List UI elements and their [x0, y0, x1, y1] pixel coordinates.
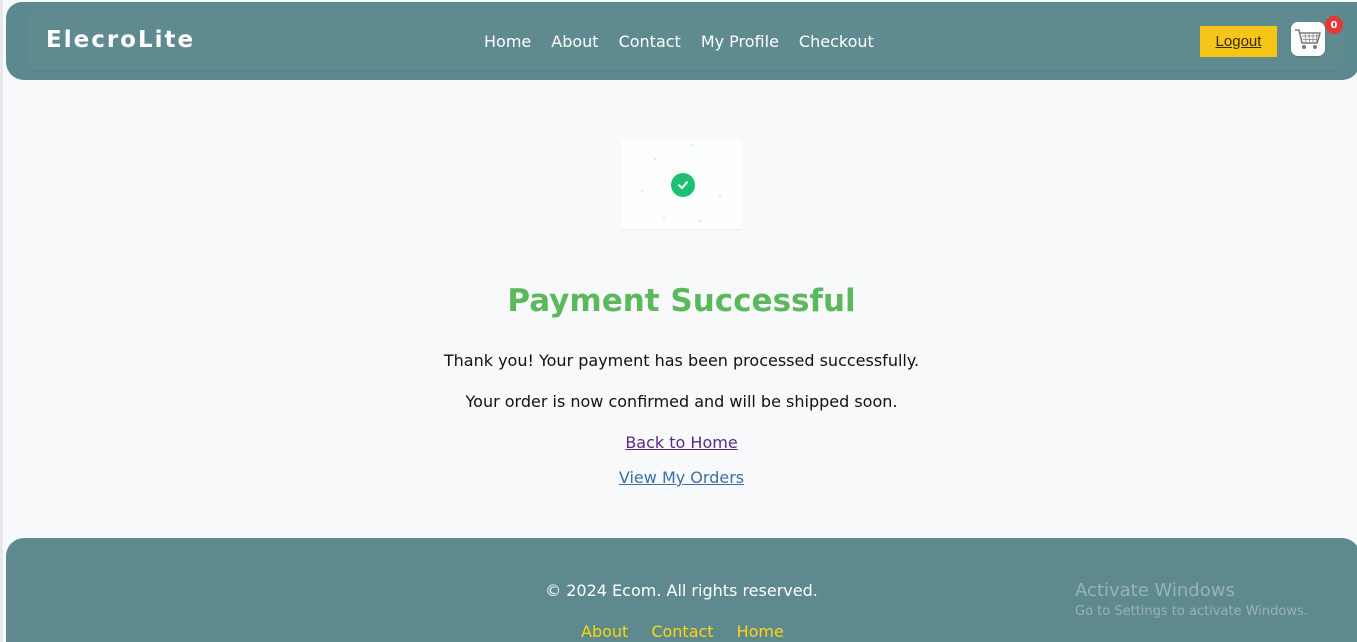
back-to-home-row: Back to Home	[3, 433, 1357, 452]
watermark-subtitle: Go to Settings to activate Windows.	[1075, 604, 1308, 619]
nav-about[interactable]: About	[551, 32, 598, 51]
confetti-dot	[719, 195, 721, 197]
nav-my-profile[interactable]: My Profile	[701, 32, 779, 51]
confetti-dot	[699, 220, 701, 222]
header: ElecroLite Home About Contact My Profile…	[6, 2, 1357, 80]
footer: © 2024 Ecom. All rights reserved. About …	[6, 538, 1357, 642]
check-circle-icon	[671, 173, 695, 197]
shopping-cart-icon	[1295, 29, 1321, 49]
view-my-orders-link[interactable]: View My Orders	[619, 468, 744, 487]
watermark-title: Activate Windows	[1075, 580, 1235, 601]
view-orders-row: View My Orders	[3, 468, 1357, 487]
main-nav: Home About Contact My Profile Checkout	[484, 32, 874, 51]
back-to-home-link[interactable]: Back to Home	[625, 433, 737, 452]
shipping-message: Your order is now confirmed and will be …	[465, 392, 898, 411]
footer-link-about[interactable]: About	[581, 622, 628, 641]
confetti-dot	[663, 217, 665, 219]
confetti-dot	[654, 158, 656, 160]
navbar: ElecroLite Home About Contact My Profile…	[26, 12, 1344, 70]
confirmation-message: Thank you! Your payment has been process…	[443, 351, 920, 370]
footer-links: About Contact Home	[581, 622, 784, 641]
windows-activation-watermark: Activate Windows Go to Settings to activ…	[1075, 580, 1308, 619]
logout-button[interactable]: Logout	[1200, 26, 1277, 57]
brand-logo[interactable]: ElecroLite	[46, 27, 195, 53]
confetti-dot	[641, 190, 643, 192]
success-illustration	[621, 140, 742, 230]
footer-link-contact[interactable]: Contact	[651, 622, 713, 641]
nav-checkout[interactable]: Checkout	[799, 32, 874, 51]
page-title: Payment Successful	[507, 283, 856, 319]
cart-count-badge: 0	[1325, 16, 1343, 34]
nav-home[interactable]: Home	[484, 32, 531, 51]
footer-link-home[interactable]: Home	[737, 622, 784, 641]
nav-contact[interactable]: Contact	[619, 32, 681, 51]
page: ElecroLite Home About Contact My Profile…	[0, 0, 1357, 642]
cart-button[interactable]	[1291, 22, 1325, 56]
confetti-dot	[691, 144, 693, 146]
